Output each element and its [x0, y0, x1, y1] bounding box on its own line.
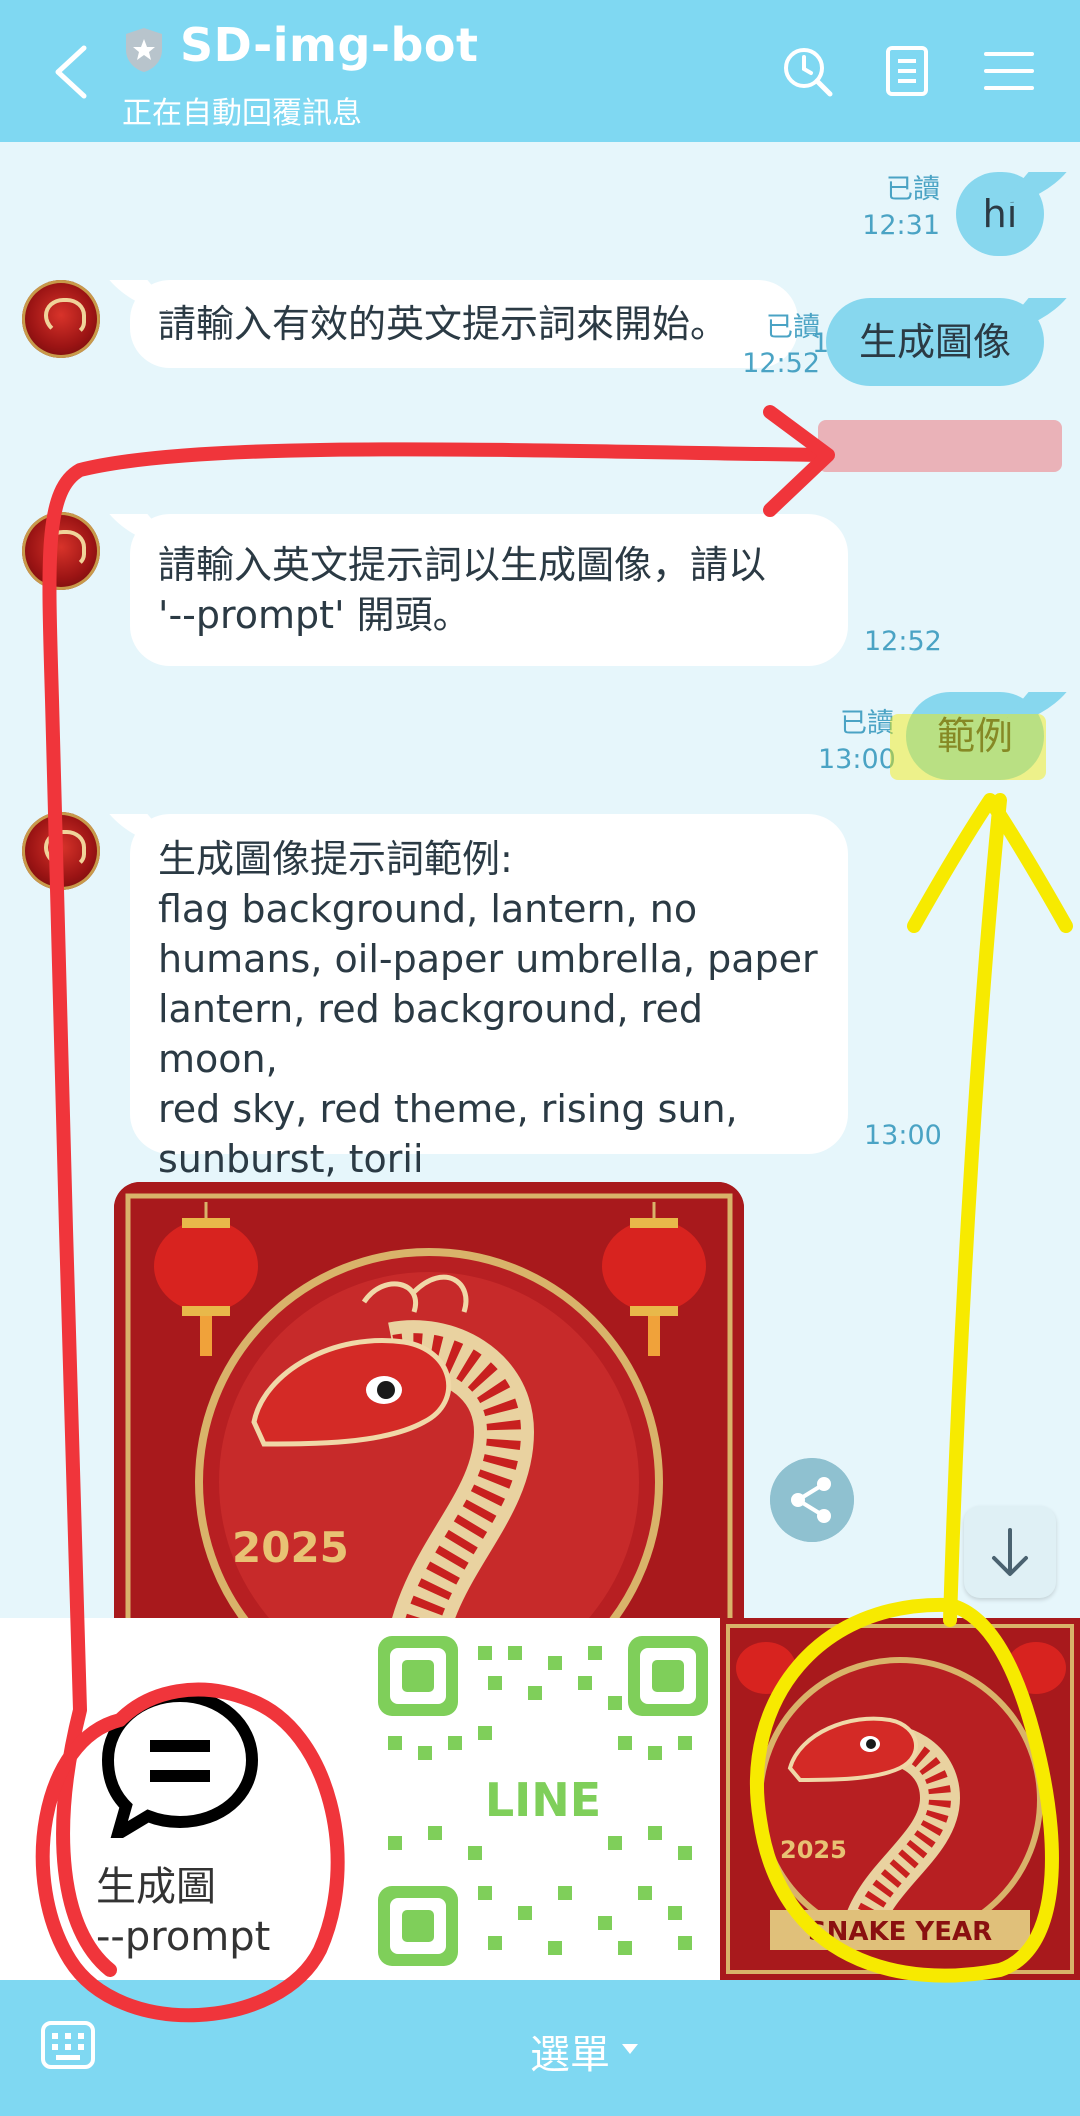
notes-icon[interactable] [880, 44, 934, 98]
thumbnail-year: 2025 [780, 1836, 847, 1864]
chat-header: SD-img-bot 正在自動回覆訊息 [0, 0, 1080, 142]
incoming-message-bubble[interactable]: 請輸入英文提示詞以生成圖像，請以 '--prompt' 開頭。 [130, 514, 848, 666]
chat-title: SD-img-bot [180, 18, 479, 72]
bot-avatar[interactable] [22, 812, 100, 890]
incoming-message-bubble[interactable]: 請輸入有效的英文提示詞來開始。 [130, 280, 798, 368]
richmenu-qr-button[interactable]: LINE [360, 1618, 720, 1980]
bottom-bar: 選單 [0, 1980, 1080, 2116]
richmenu-generate-button[interactable]: 生成圖 --prompt [0, 1618, 360, 1980]
image-year: 2025 [232, 1523, 349, 1572]
richmenu-image-button[interactable]: 2025 SNAKE YEAR [720, 1618, 1080, 1980]
share-button[interactable] [770, 1458, 854, 1542]
rich-menu: 生成圖 --prompt LINE 2025 SNAKE YEAR [0, 1618, 1080, 1980]
chat-equals-icon [101, 1689, 259, 1838]
chevron-down-icon[interactable] [622, 2044, 638, 2054]
snake-year-thumbnail: 2025 SNAKE YEAR [720, 1618, 1080, 1980]
generated-image-message[interactable]: 2025 [114, 1182, 744, 1618]
richmenu-label-line2: --prompt [96, 1914, 271, 1960]
qr-line-label: LINE [485, 1773, 601, 1827]
outgoing-message-bubble[interactable]: hi [956, 172, 1044, 256]
bot-avatar[interactable] [22, 280, 100, 358]
menu-toggle-label[interactable]: 選單 [530, 2022, 610, 2080]
menu-icon[interactable] [982, 44, 1036, 98]
thumbnail-banner: SNAKE YEAR [808, 1917, 992, 1947]
keyboard-icon[interactable] [40, 2020, 96, 2070]
snake-year-image: 2025 [114, 1182, 744, 1618]
chat-area[interactable]: 已讀 12:31 hi 請輸入有效的英文提示詞來開始。 12:31 已讀 12:… [0, 142, 1080, 1618]
message-meta: 已讀 12:31 [862, 174, 940, 241]
arrow-down-icon [992, 1528, 1028, 1576]
message-meta: 已讀 13:00 [818, 708, 896, 775]
richmenu-label-line1: 生成圖 [96, 1864, 216, 1910]
scroll-to-bottom-button[interactable] [964, 1506, 1056, 1598]
message-time: 12:52 [864, 626, 942, 657]
message-time: 13:00 [864, 1120, 942, 1151]
incoming-message-bubble[interactable]: 生成圖像提示詞範例: flag background, lantern, no … [130, 814, 848, 1181]
outgoing-message-bubble[interactable]: 生成圖像 [826, 298, 1044, 386]
back-icon[interactable] [48, 44, 96, 100]
shield-icon [126, 28, 162, 72]
outgoing-message-bubble[interactable]: 範例 [906, 692, 1044, 780]
chat-subtitle: 正在自動回覆訊息 [122, 96, 362, 131]
bot-avatar[interactable] [22, 512, 100, 590]
clock-search-icon[interactable] [780, 44, 834, 98]
message-meta: 已讀 12:52 [742, 312, 820, 379]
qr-code: LINE [378, 1636, 708, 1966]
